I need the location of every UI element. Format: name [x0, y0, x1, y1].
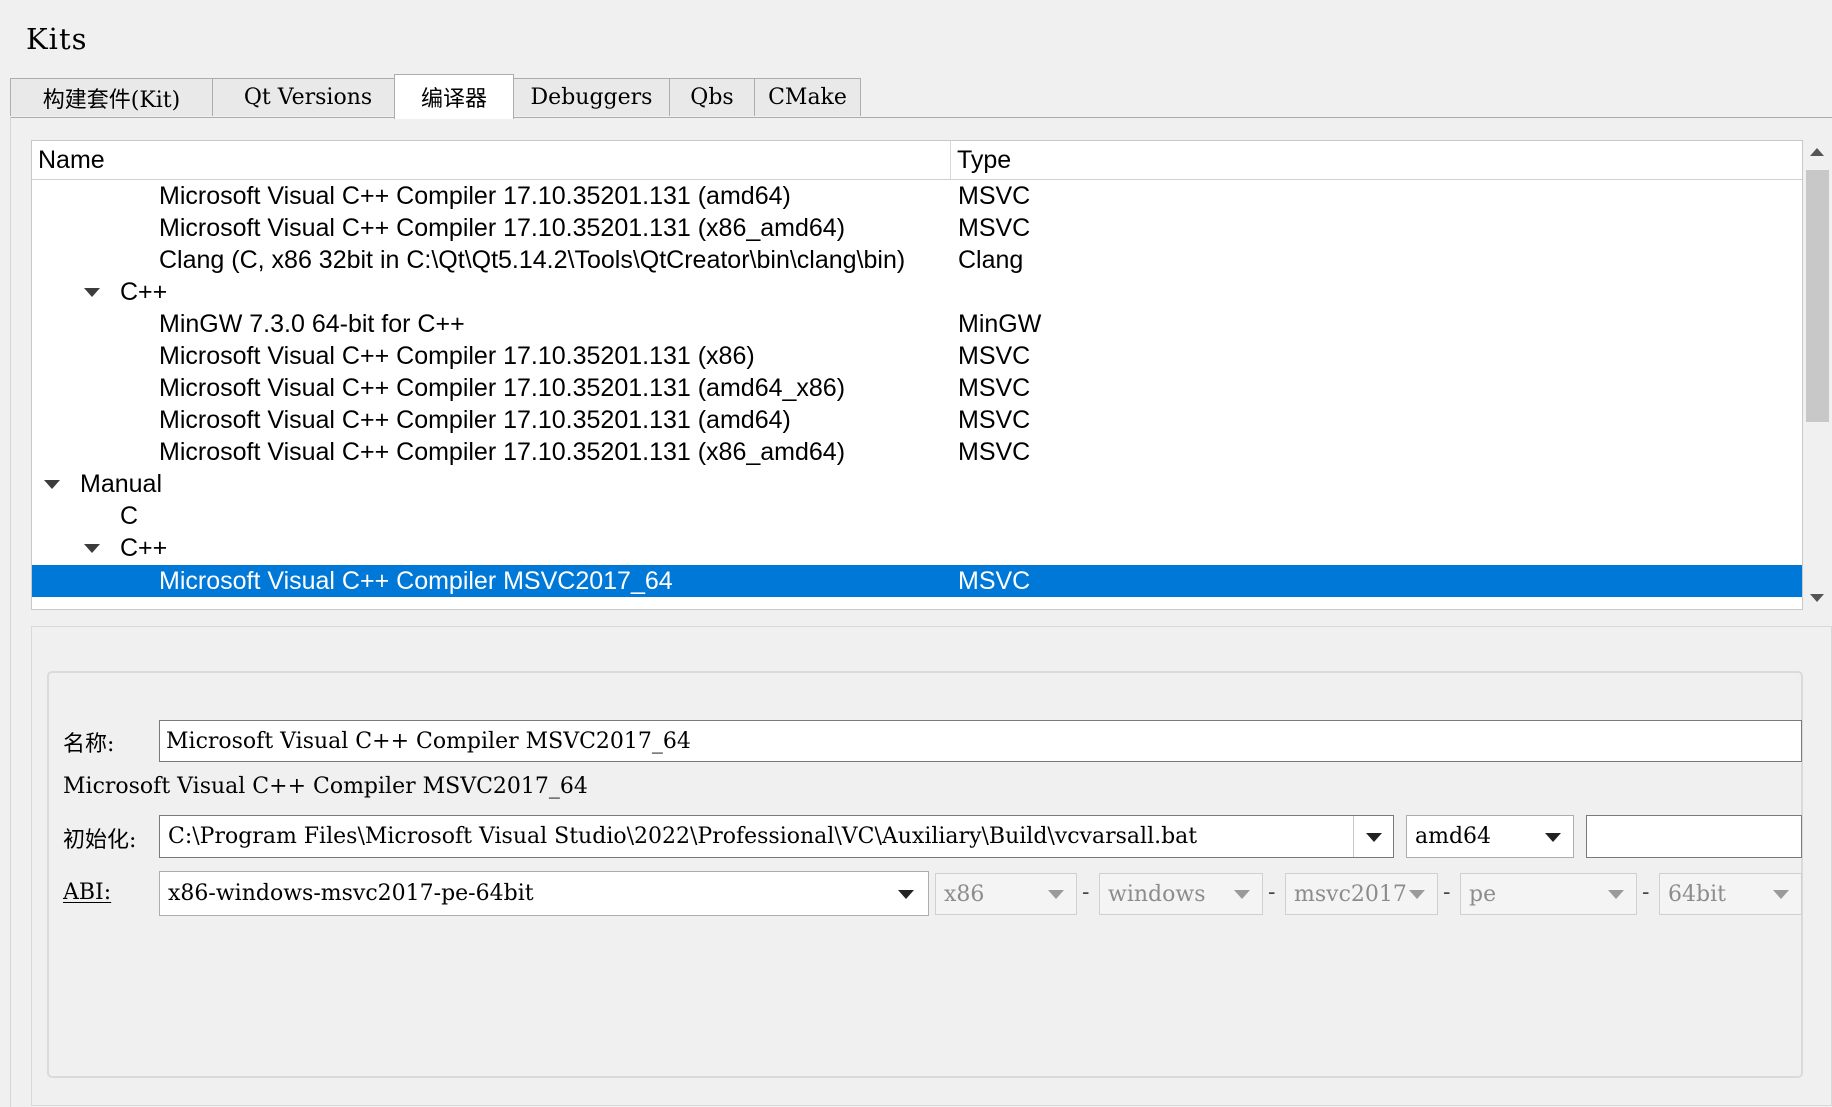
abi-flavor-value: msvc2017	[1294, 881, 1407, 907]
name-input[interactable]: Microsoft Visual C++ Compiler MSVC2017_6…	[159, 720, 1802, 762]
abi-arch-combo[interactable]: x86	[935, 873, 1077, 915]
row-name: Microsoft Visual C++ Compiler 17.10.3520…	[159, 213, 846, 242]
tree-group-cpp[interactable]: C++	[32, 276, 1802, 308]
chevron-down-icon	[1234, 890, 1250, 899]
row-type: MSVC	[958, 373, 1031, 402]
row-type: MSVC	[958, 341, 1031, 370]
tree-scrollbar[interactable]	[1803, 140, 1832, 610]
row-type: MinGW	[958, 309, 1042, 338]
tree-row[interactable]: Microsoft Visual C++ Compiler 17.10.3520…	[32, 340, 1802, 372]
name-label: 名称:	[63, 732, 115, 757]
column-header-type[interactable]: Type	[950, 141, 1802, 179]
tab-cmake[interactable]: CMake	[754, 78, 861, 116]
abi-combo[interactable]: x86-windows-msvc2017-pe-64bit	[159, 871, 929, 916]
abi-separator: -	[1082, 880, 1090, 905]
abi-arch-value: x86	[944, 881, 985, 907]
abi-width-combo[interactable]: 64bit	[1659, 873, 1802, 915]
chevron-down-icon	[1409, 890, 1425, 899]
row-type: MSVC	[958, 405, 1031, 434]
chevron-down-icon	[1048, 890, 1064, 899]
tree-row[interactable]: Microsoft Visual C++ Compiler 17.10.3520…	[32, 212, 1802, 244]
tab-compilers[interactable]: 编译器	[394, 74, 514, 119]
expand-arrow-icon[interactable]	[84, 544, 100, 553]
row-name: Microsoft Visual C++ Compiler 17.10.3520…	[159, 437, 846, 466]
tab-cmake-label: CMake	[768, 85, 847, 110]
abi-separator: -	[1443, 880, 1451, 905]
row-name: C	[120, 501, 139, 530]
abi-os-value: windows	[1108, 881, 1206, 907]
row-type: MSVC	[958, 566, 1031, 595]
tree-header: Name Type	[32, 141, 1802, 180]
row-name: C++	[120, 533, 168, 562]
tree-group-cpp-manual[interactable]: C++	[32, 532, 1802, 564]
tab-qbs-label: Qbs	[690, 85, 734, 110]
abi-value: x86-windows-msvc2017-pe-64bit	[168, 881, 534, 906]
tab-debuggers-label: Debuggers	[530, 85, 653, 110]
tree-row-selected[interactable]: Microsoft Visual C++ Compiler MSVC2017_6…	[32, 565, 1802, 597]
abi-format-combo[interactable]: pe	[1460, 873, 1637, 915]
init-args-input[interactable]	[1586, 815, 1802, 858]
row-name: Microsoft Visual C++ Compiler MSVC2017_6…	[159, 566, 673, 595]
row-name: Microsoft Visual C++ Compiler 17.10.3520…	[159, 373, 846, 402]
scroll-down-icon[interactable]	[1810, 594, 1824, 602]
expand-arrow-icon[interactable]	[44, 480, 60, 489]
tab-debuggers[interactable]: Debuggers	[513, 78, 670, 116]
compiler-display-name: Microsoft Visual C++ Compiler MSVC2017_6…	[63, 774, 588, 799]
chevron-down-icon	[1773, 890, 1789, 899]
tab-kits-label: 构建套件(Kit)	[42, 87, 181, 113]
scrollbar-thumb[interactable]	[1806, 170, 1829, 422]
tree-group-c[interactable]: C	[32, 500, 1802, 532]
column-header-name[interactable]: Name	[32, 141, 950, 179]
row-type: MSVC	[958, 213, 1031, 242]
tree-row[interactable]: Clang (C, x86 32bit in C:\Qt\Qt5.14.2\To…	[32, 244, 1802, 276]
row-name: C++	[120, 277, 168, 306]
tree-row[interactable]: Microsoft Visual C++ Compiler 17.10.3520…	[32, 180, 1802, 212]
abi-width-value: 64bit	[1668, 881, 1726, 907]
row-name: Microsoft Visual C++ Compiler 17.10.3520…	[159, 341, 755, 370]
abi-separator: -	[1642, 880, 1650, 905]
row-name: Microsoft Visual C++ Compiler 17.10.3520…	[159, 405, 791, 434]
tab-kits[interactable]: 构建套件(Kit)	[10, 78, 213, 116]
tree-group-manual[interactable]: Manual	[32, 468, 1802, 500]
tree-row[interactable]: Microsoft Visual C++ Compiler 17.10.3520…	[32, 372, 1802, 404]
row-type: Clang	[958, 245, 1024, 274]
abi-flavor-combo[interactable]: msvc2017	[1285, 873, 1438, 915]
abi-os-combo[interactable]: windows	[1099, 873, 1263, 915]
arch-combo[interactable]: amd64	[1406, 815, 1574, 858]
window-title: Kits	[26, 22, 88, 56]
tab-qbs[interactable]: Qbs	[669, 78, 755, 116]
scroll-up-icon[interactable]	[1810, 148, 1824, 156]
init-script-combo[interactable]: C:\Program Files\Microsoft Visual Studio…	[159, 815, 1394, 858]
abi-separator: -	[1268, 880, 1276, 905]
init-script-value: C:\Program Files\Microsoft Visual Studio…	[168, 824, 1198, 849]
tab-qt-versions[interactable]: Qt Versions	[212, 78, 404, 116]
chevron-down-icon	[1545, 832, 1561, 842]
tab-qt-versions-label: Qt Versions	[243, 85, 373, 110]
tree-row[interactable]: MinGW 7.3.0 64-bit for C++ MinGW	[32, 308, 1802, 340]
tree-row[interactable]: Microsoft Visual C++ Compiler 17.10.3520…	[32, 404, 1802, 436]
arch-value: amd64	[1415, 824, 1492, 849]
row-type: MSVC	[958, 181, 1031, 210]
row-name: MinGW 7.3.0 64-bit for C++	[159, 309, 465, 338]
expand-arrow-icon[interactable]	[84, 288, 100, 297]
row-name: Manual	[80, 469, 162, 498]
row-name: Microsoft Visual C++ Compiler 17.10.3520…	[159, 181, 791, 210]
row-name: Clang (C, x86 32bit in C:\Qt\Qt5.14.2\To…	[159, 245, 906, 274]
abi-format-value: pe	[1469, 881, 1497, 907]
tree-row[interactable]: Microsoft Visual C++ Compiler 17.10.3520…	[32, 436, 1802, 468]
init-label: 初始化:	[63, 828, 137, 853]
chevron-down-icon	[898, 889, 914, 899]
tab-compilers-label: 编译器	[420, 87, 487, 112]
abi-label: ABI:	[63, 880, 112, 905]
compiler-tree[interactable]: Name Type Microsoft Visual C++ Compiler …	[31, 140, 1803, 610]
init-script-dropdown[interactable]	[1353, 816, 1393, 857]
chevron-down-icon	[1366, 832, 1382, 842]
row-type: MSVC	[958, 437, 1031, 466]
chevron-down-icon	[1608, 890, 1624, 899]
